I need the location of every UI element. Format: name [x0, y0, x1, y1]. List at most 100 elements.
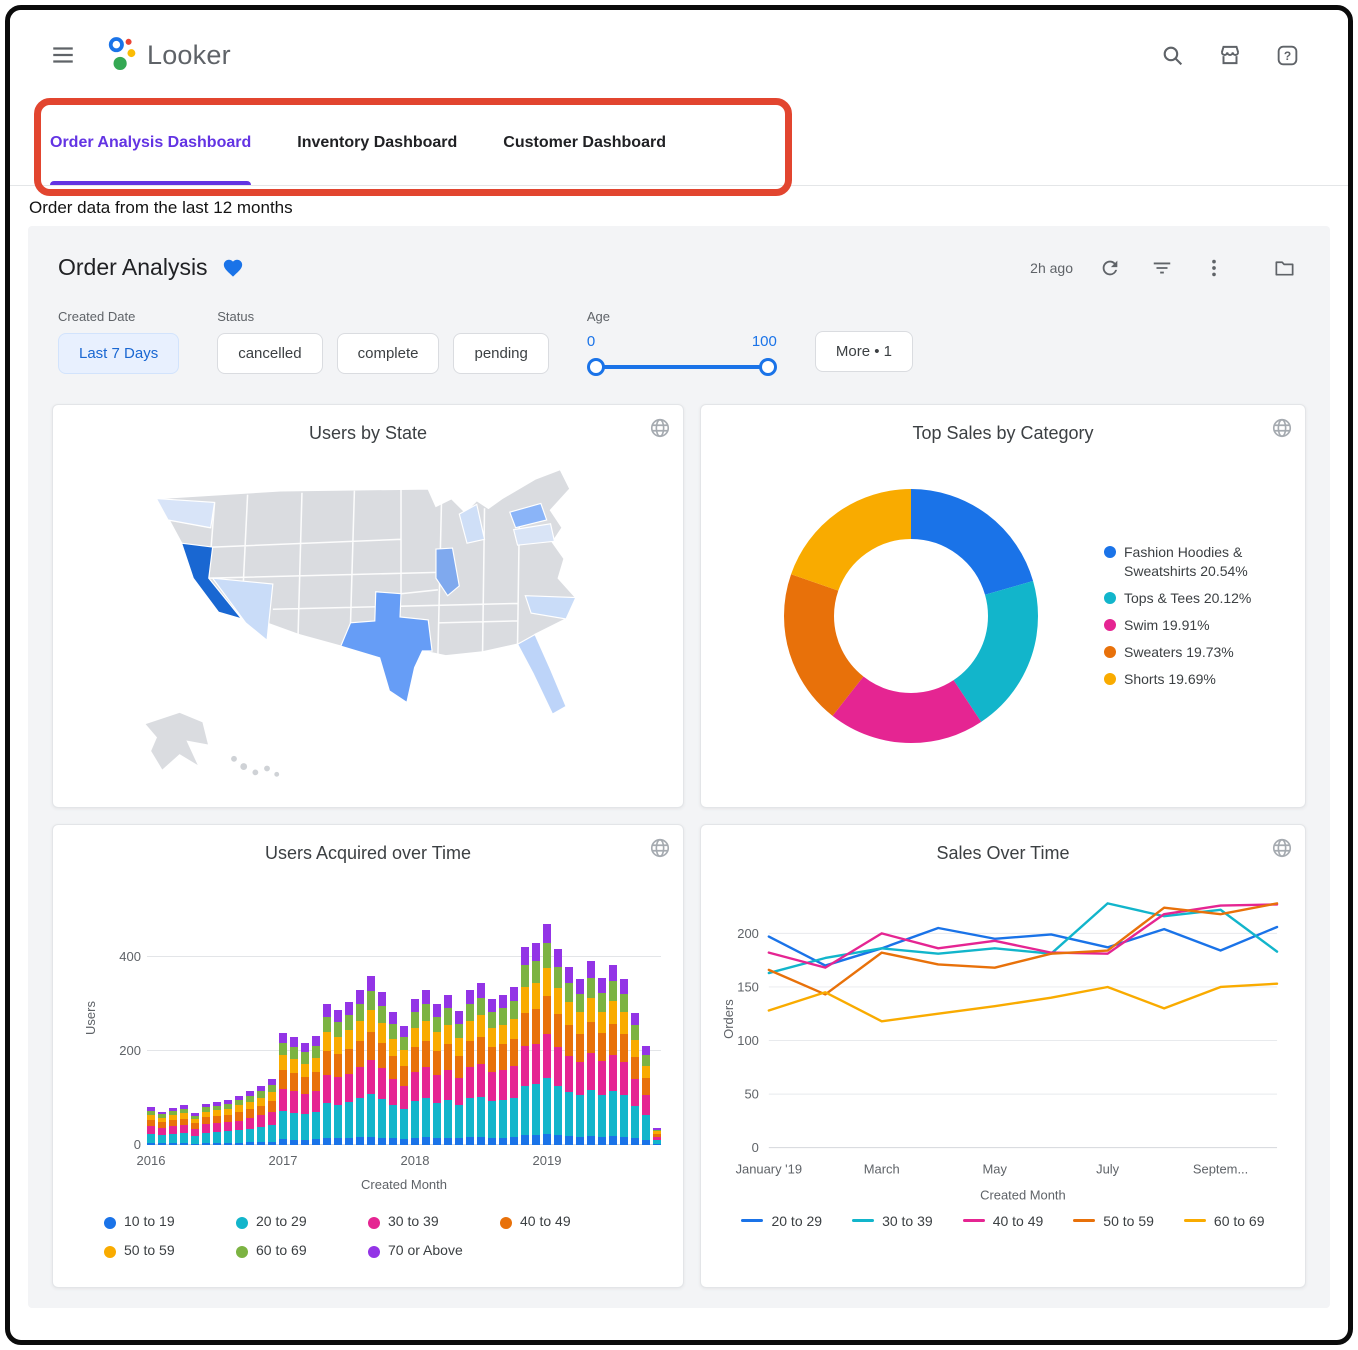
bar-segment — [411, 999, 419, 1012]
bar-segment — [444, 1025, 452, 1045]
y-axis-tick-label: 200 — [737, 926, 759, 941]
bar-segment — [609, 965, 617, 982]
legend-item[interactable]: 20 to 29 — [741, 1212, 822, 1231]
created-date-value-button[interactable]: Last 7 Days — [58, 333, 179, 374]
bar-segment — [202, 1124, 210, 1133]
favorite-heart-icon[interactable] — [222, 257, 244, 279]
stacked-bar — [257, 1086, 265, 1145]
bar-segment — [444, 1008, 452, 1025]
legend-item[interactable]: 50 to 59 — [104, 1241, 236, 1260]
bar-segment — [422, 1137, 430, 1145]
status-option-cancelled[interactable]: cancelled — [217, 333, 322, 374]
legend-item[interactable]: Shorts 19.69% — [1104, 670, 1287, 689]
looker-logo[interactable]: Looker — [106, 36, 231, 74]
bar-segment — [488, 1072, 496, 1101]
bar-segment — [499, 1044, 507, 1069]
status-option-pending[interactable]: pending — [453, 333, 548, 374]
bar-segment — [554, 967, 562, 989]
stacked-bar — [653, 1128, 661, 1145]
bar-segment — [400, 1109, 408, 1139]
bar-segment — [609, 1024, 617, 1055]
bar-segment — [444, 1070, 452, 1100]
bar-segment — [400, 1139, 408, 1145]
legend-item[interactable]: Swim 19.91% — [1104, 616, 1287, 635]
bar-segment — [356, 1098, 364, 1137]
bar-segment — [444, 1100, 452, 1138]
search-button[interactable] — [1156, 39, 1189, 72]
legend-item[interactable]: Tops & Tees 20.12% — [1104, 589, 1287, 608]
tab-order-analysis-dashboard[interactable]: Order Analysis Dashboard — [50, 100, 251, 185]
legend-item[interactable]: 30 to 39 — [368, 1212, 500, 1231]
bar-segment — [510, 1137, 518, 1145]
status-option-complete[interactable]: complete — [337, 333, 440, 374]
legend-item[interactable]: 50 to 59 — [1073, 1212, 1154, 1231]
bar-segment — [400, 1026, 408, 1037]
folder-button[interactable] — [1269, 252, 1300, 283]
bar-segment — [147, 1120, 155, 1127]
bar-segment — [444, 1044, 452, 1069]
bar-segment — [301, 1077, 309, 1094]
help-button[interactable]: ? — [1271, 39, 1304, 72]
bar-segment — [576, 1095, 584, 1136]
legend-item[interactable]: 60 to 69 — [1184, 1212, 1265, 1231]
bar-segment — [532, 983, 540, 1009]
legend-item[interactable]: 20 to 29 — [236, 1212, 368, 1231]
bar-segment — [521, 1046, 529, 1086]
x-axis-tick-label: 2016 — [131, 1153, 171, 1168]
bar-segment — [532, 943, 540, 961]
slider-handle-min[interactable] — [587, 358, 605, 376]
bar-segment — [356, 1004, 364, 1021]
stacked-bar — [455, 1011, 463, 1145]
bar-segment — [532, 1135, 540, 1145]
bar-segment — [488, 1012, 496, 1028]
dashboard-more-button[interactable] — [1199, 253, 1229, 283]
legend-item[interactable]: 40 to 49 — [963, 1212, 1044, 1231]
bar-segment — [455, 1105, 463, 1138]
globe-icon — [649, 837, 671, 864]
tab-customer-dashboard[interactable]: Customer Dashboard — [503, 100, 666, 185]
bar-segment — [356, 1021, 364, 1041]
age-range-slider[interactable] — [587, 358, 777, 376]
bar-segment — [257, 1142, 265, 1145]
bar-segment — [631, 1106, 639, 1139]
bar-segment — [334, 1138, 342, 1145]
marketplace-button[interactable] — [1213, 38, 1247, 72]
more-filters-button[interactable]: More • 1 — [815, 331, 913, 372]
filter-label-created-date: Created Date — [58, 309, 179, 324]
bar-segment — [147, 1134, 155, 1143]
bar-segment — [532, 1084, 540, 1135]
bar-segment — [631, 1040, 639, 1057]
y-axis-tick-label: 0 — [752, 1140, 759, 1155]
bar-segment — [422, 1098, 430, 1137]
refresh-button[interactable] — [1095, 253, 1125, 283]
bar-segment — [554, 1086, 562, 1135]
tab-inventory-dashboard[interactable]: Inventory Dashboard — [297, 100, 457, 185]
legend-item[interactable]: 70 or Above — [368, 1241, 500, 1260]
bar-segment — [279, 1139, 287, 1145]
bar-segment — [598, 1033, 606, 1061]
legend-item[interactable]: Sweaters 19.73% — [1104, 643, 1287, 662]
bar-segment — [565, 1025, 573, 1056]
y-axis-tick-label: 150 — [737, 979, 759, 994]
menu-button[interactable] — [46, 38, 80, 72]
bar-segment — [389, 1039, 397, 1056]
bar-segment — [180, 1125, 188, 1133]
legend-item[interactable]: 60 to 69 — [236, 1241, 368, 1260]
filters-button[interactable] — [1147, 253, 1177, 283]
bar-segment — [246, 1118, 254, 1129]
bar-segment — [488, 1138, 496, 1146]
legend-item[interactable]: 40 to 49 — [500, 1212, 632, 1231]
legend-item[interactable]: Fashion Hoodies & Sweatshirts 20.54% — [1104, 543, 1287, 581]
legend-item[interactable]: 10 to 19 — [104, 1212, 236, 1231]
bar-segment — [477, 1064, 485, 1096]
bar-segment — [477, 1037, 485, 1065]
legend-item[interactable]: 30 to 39 — [852, 1212, 933, 1231]
bar-segment — [312, 1058, 320, 1072]
bar-segment — [631, 1025, 639, 1040]
slider-handle-max[interactable] — [759, 358, 777, 376]
bar-segment — [422, 1004, 430, 1021]
bar-segment — [642, 1078, 650, 1095]
bar-segment — [554, 1014, 562, 1047]
legend-label: 70 or Above — [388, 1241, 463, 1260]
bar-segment — [169, 1134, 177, 1143]
